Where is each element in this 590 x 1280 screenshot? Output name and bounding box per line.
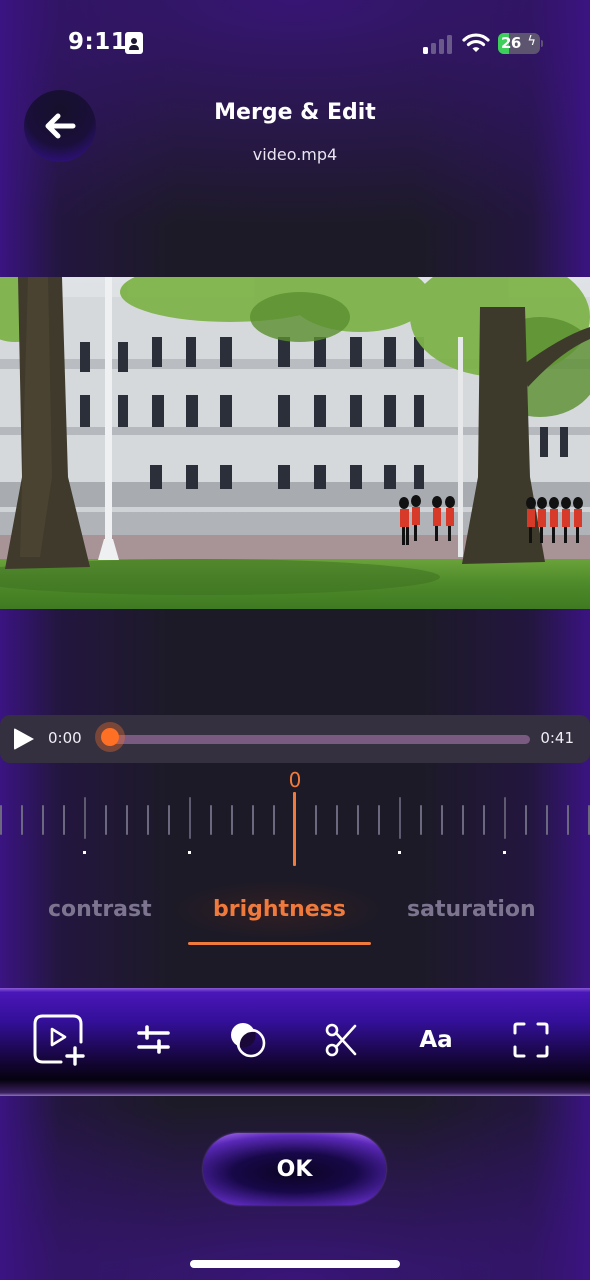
ruler-minor-tick	[20, 805, 23, 835]
home-indicator[interactable]	[190, 1260, 400, 1268]
ruler-minor-tick	[356, 805, 359, 835]
tab-contrast[interactable]: contrast	[48, 897, 152, 922]
ruler-major-tick	[398, 797, 401, 839]
overlap-circles-icon	[231, 1023, 266, 1058]
seek-thumb[interactable]	[95, 722, 125, 752]
scissors-icon	[325, 1023, 357, 1057]
edit-toolbar: Aa	[0, 988, 590, 1096]
ruler-minor-tick	[587, 805, 590, 835]
ok-button[interactable]: OK	[203, 1133, 386, 1205]
battery-indicator: 26 ϟ	[498, 33, 540, 54]
filter-button[interactable]	[220, 1012, 276, 1068]
tab-brightness[interactable]: brightness	[213, 897, 346, 922]
ruler-minor-tick	[545, 805, 548, 835]
active-tab-indicator	[188, 942, 371, 945]
ruler-minor-tick	[41, 805, 44, 835]
tab-saturation[interactable]: saturation	[407, 897, 536, 922]
ruler-minor-tick	[104, 805, 107, 835]
text-icon: Aa	[419, 1027, 453, 1053]
text-button[interactable]: Aa	[408, 1012, 464, 1068]
ruler-minor-tick	[62, 805, 65, 835]
status-time: 9:11	[68, 29, 128, 55]
ruler-minor-tick	[461, 805, 464, 835]
play-icon[interactable]	[14, 728, 34, 750]
ruler-value: 0	[288, 768, 302, 792]
adjust-ruler[interactable]: 0	[0, 765, 590, 870]
ruler-minor-tick	[0, 805, 2, 835]
ruler-minor-tick	[335, 805, 338, 835]
ruler-minor-tick	[482, 805, 485, 835]
page-title: Merge & Edit	[214, 100, 376, 125]
ruler-major-tick	[188, 797, 191, 839]
ruler-minor-tick	[566, 805, 569, 835]
total-time: 0:41	[540, 729, 574, 747]
contact-card-icon	[125, 32, 143, 54]
cut-button[interactable]	[314, 1012, 370, 1068]
ruler-needle[interactable]	[293, 792, 296, 866]
video-frame	[0, 277, 590, 609]
current-time: 0:00	[48, 729, 82, 747]
video-preview[interactable]	[0, 277, 590, 609]
adjust-tabs: contrast brightness saturation	[0, 880, 590, 950]
add-video-button[interactable]	[31, 1012, 87, 1068]
ruler-minor-tick	[209, 805, 212, 835]
adjust-button[interactable]	[126, 1012, 182, 1068]
status-bar: 9:11 26 ϟ	[0, 0, 590, 90]
ruler-minor-tick	[167, 805, 170, 835]
ruler-major-dot	[503, 851, 506, 854]
bolt-icon: ϟ	[527, 34, 536, 49]
ruler-minor-tick	[146, 805, 149, 835]
wifi-icon	[462, 33, 490, 52]
ruler-minor-tick	[314, 805, 317, 835]
ruler-major-dot	[398, 851, 401, 854]
ruler-minor-tick	[419, 805, 422, 835]
ruler-minor-tick	[230, 805, 233, 835]
ruler-minor-tick	[125, 805, 128, 835]
ruler-major-dot	[188, 851, 191, 854]
ruler-major-dot	[83, 851, 86, 854]
video-add-icon	[33, 1014, 85, 1066]
ruler-major-tick	[83, 797, 86, 839]
ruler-minor-tick	[440, 805, 443, 835]
ruler-minor-tick	[272, 805, 275, 835]
sliders-icon	[137, 1025, 170, 1054]
ruler-minor-tick	[251, 805, 254, 835]
ruler-minor-tick	[377, 805, 380, 835]
ruler-major-tick	[503, 797, 506, 839]
seek-bar[interactable]	[110, 735, 530, 744]
video-player-bar: 0:00 0:41	[0, 715, 590, 763]
battery-cap	[541, 40, 543, 47]
ruler-minor-tick	[524, 805, 527, 835]
cellular-signal-icon	[423, 34, 453, 54]
crop-frame-icon	[513, 1022, 549, 1058]
crop-button[interactable]	[503, 1012, 559, 1068]
file-name: video.mp4	[252, 145, 338, 164]
battery-percent: 26	[501, 34, 521, 52]
